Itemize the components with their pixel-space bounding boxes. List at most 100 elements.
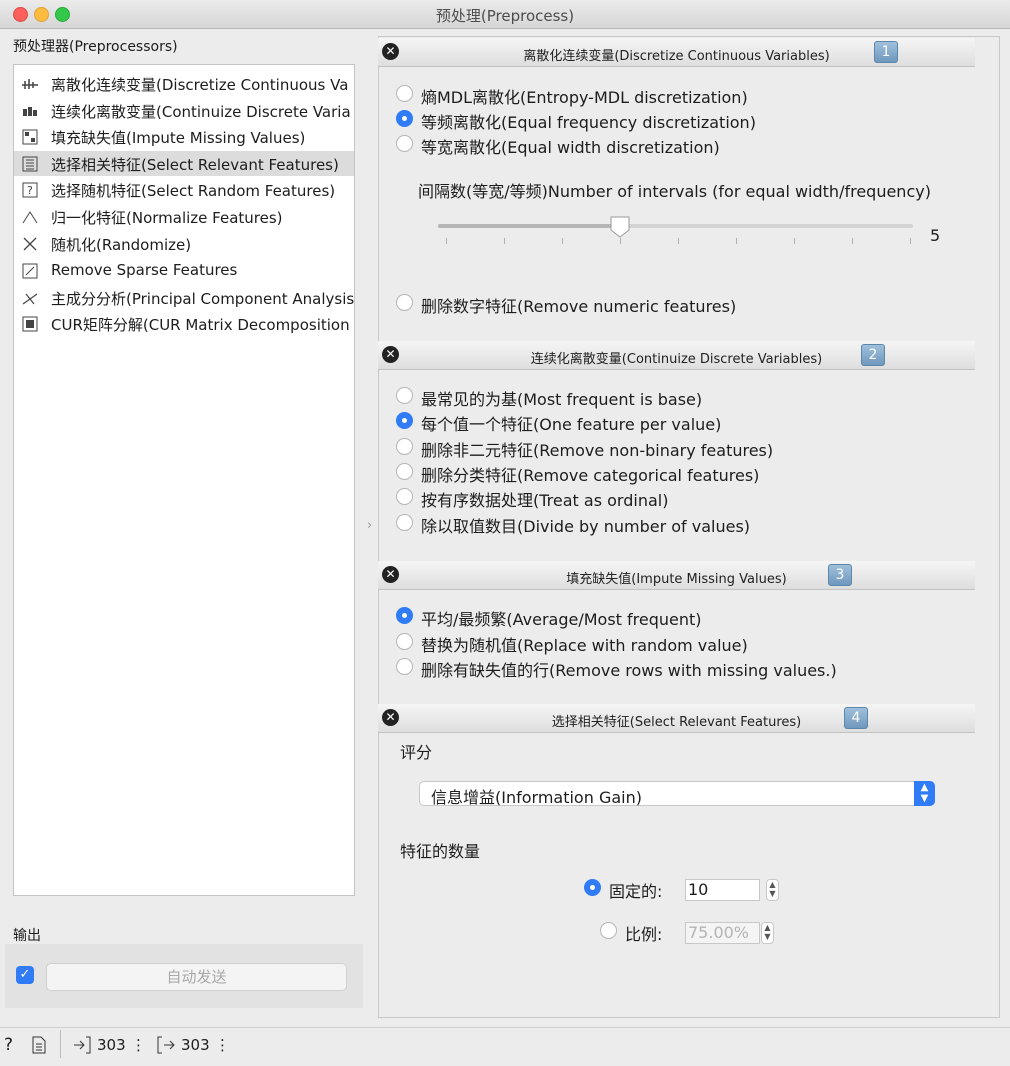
section-title: 选择相关特征(Select Relevant Features) <box>551 715 802 730</box>
number-of-features-label: 特征的数量 <box>400 842 481 861</box>
list-item-cur[interactable]: CUR矩阵分解(CUR Matrix Decomposition <box>14 311 354 336</box>
intervals-slider-fill <box>438 224 620 228</box>
section-title: 连续化离散变量(Continuize Discrete Variables) <box>530 352 823 367</box>
radio-label: 每个值一个特征(One feature per value) <box>421 415 722 434</box>
score-select-value: 信息增益(Information Gain) <box>431 788 642 807</box>
randomize-icon <box>23 237 37 251</box>
fixed-count-input[interactable]: 10 <box>685 879 760 901</box>
output-count: 303 <box>181 1036 210 1054</box>
radio-button[interactable] <box>396 607 413 624</box>
list-item-impute[interactable]: 填充缺失值(Impute Missing Values) <box>14 124 354 149</box>
radio-button[interactable] <box>396 658 413 675</box>
pca-icon <box>22 293 38 305</box>
preprocessor-list[interactable]: 离散化连续变量(Discretize Continuous Va 连续化离散变量… <box>13 64 355 896</box>
section-header-discretize[interactable]: ✕ 离散化连续变量(Discretize Continuous Variable… <box>378 38 975 67</box>
radio-button[interactable] <box>396 294 413 311</box>
list-item-continuize[interactable]: 连续化离散变量(Continuize Discrete Varia <box>14 98 354 123</box>
slider-tick <box>446 238 447 244</box>
list-item-label: 选择随机特征(Select Random Features) <box>51 182 336 200</box>
list-item-label: 连续化离散变量(Continuize Discrete Varia <box>51 103 351 121</box>
list-item-select-relevant[interactable]: 选择相关特征(Select Relevant Features) <box>14 151 354 176</box>
fixed-count-stepper[interactable]: ▲ ▼ <box>766 879 779 901</box>
radio-button[interactable] <box>396 387 413 404</box>
list-item-label: Remove Sparse Features <box>51 261 238 279</box>
slider-tick <box>910 238 911 244</box>
status-divider <box>60 1030 61 1058</box>
list-item-label: 归一化特征(Normalize Features) <box>51 209 283 227</box>
auto-send-button[interactable]: 自动发送 <box>46 963 347 991</box>
list-item-label: 选择相关特征(Select Relevant Features) <box>51 156 339 174</box>
list-item-normalize[interactable]: 归一化特征(Normalize Features) <box>14 204 354 229</box>
list-item-remove-sparse[interactable]: Remove Sparse Features <box>14 258 354 283</box>
radio-label: 除以取值数目(Divide by number of values) <box>421 517 751 536</box>
continuize-icon <box>23 107 37 116</box>
radio-label: 删除分类特征(Remove categorical features) <box>421 466 760 485</box>
list-item-random-features[interactable]: ? 选择随机特征(Select Random Features) <box>14 177 354 202</box>
window-title: 预处理(Preprocess) <box>435 7 575 25</box>
score-label: 评分 <box>400 743 433 762</box>
ratio-stepper[interactable]: ▲ ▼ <box>761 922 774 944</box>
radio-label: 熵MDL离散化(Entropy-MDL discretization) <box>421 88 748 107</box>
section-header-continuize[interactable]: ✕ 连续化离散变量(Continuize Discrete Variables)… <box>378 341 975 370</box>
svg-text:?: ? <box>27 184 33 197</box>
title-bar: 预处理(Preprocess) <box>0 0 1010 29</box>
radio-button[interactable] <box>396 412 413 429</box>
input-menu-icon[interactable]: ⋮ <box>131 1036 146 1054</box>
section-header-impute[interactable]: ✕ 填充缺失值(Impute Missing Values) 3 <box>378 561 975 590</box>
list-item-label: 离散化连续变量(Discretize Continuous Va <box>51 76 349 94</box>
normalize-icon <box>22 211 38 224</box>
radio-button[interactable] <box>396 633 413 650</box>
section-number-badge: 3 <box>828 564 852 586</box>
report-icon[interactable] <box>31 1036 47 1054</box>
intervals-slider-handle[interactable] <box>610 216 630 238</box>
intervals-value: 5 <box>930 226 941 245</box>
radio-label: 等宽离散化(Equal width discretization) <box>421 138 720 157</box>
radio-button[interactable] <box>600 922 617 939</box>
radio-label: 删除有缺失值的行(Remove rows with missing values… <box>421 661 837 680</box>
slider-tick <box>620 238 621 244</box>
radio-button[interactable] <box>396 110 413 127</box>
preprocessors-label: 预处理器(Preprocessors) <box>13 39 178 55</box>
list-item-randomize[interactable]: 随机化(Randomize) <box>14 231 354 256</box>
list-item-pca[interactable]: 主成分分析(Principal Component Analysis <box>14 285 354 310</box>
slider-tick <box>852 238 853 244</box>
auto-send-checkbox[interactable]: ✓ <box>16 966 34 984</box>
radio-button[interactable] <box>396 438 413 455</box>
list-item-label: 填充缺失值(Impute Missing Values) <box>51 129 306 147</box>
select-relevant-icon <box>22 156 38 172</box>
help-icon[interactable]: ? <box>4 1035 13 1055</box>
radio-label: 按有序数据处理(Treat as ordinal) <box>421 491 669 510</box>
radio-button[interactable] <box>584 879 601 896</box>
radio-label: 删除非二元特征(Remove non-binary features) <box>421 441 774 460</box>
impute-icon <box>22 129 38 145</box>
list-item-label: 随机化(Randomize) <box>51 236 192 254</box>
score-select[interactable]: 信息增益(Information Gain) ▲ ▼ <box>419 781 935 807</box>
radio-button[interactable] <box>396 135 413 152</box>
radio-label: 最常见的为基(Most frequent is base) <box>421 390 703 409</box>
list-item-discretize[interactable]: 离散化连续变量(Discretize Continuous Va <box>14 71 354 96</box>
radio-button[interactable] <box>396 85 413 102</box>
input-count: 303 <box>97 1036 126 1054</box>
section-header-select-relevant[interactable]: ✕ 选择相关特征(Select Relevant Features) 4 <box>378 704 975 733</box>
section-number-badge: 1 <box>874 41 898 63</box>
radio-label: 替换为随机值(Replace with random value) <box>421 636 748 655</box>
radio-label: 平均/最频繁(Average/Most frequent) <box>421 610 702 629</box>
ratio-input[interactable]: 75.00% <box>685 922 760 944</box>
radio-button[interactable] <box>396 463 413 480</box>
cur-icon <box>22 316 38 332</box>
output-menu-icon[interactable]: ⋮ <box>215 1036 230 1054</box>
radio-label: 固定的: <box>609 882 663 901</box>
radio-button[interactable] <box>396 488 413 505</box>
radio-label: 比例: <box>625 925 663 944</box>
sparse-icon <box>22 263 38 279</box>
splitter-handle[interactable]: › <box>367 518 372 533</box>
radio-button[interactable] <box>396 514 413 531</box>
status-bar <box>0 1027 1010 1066</box>
slider-tick <box>794 238 795 244</box>
slider-tick <box>678 238 679 244</box>
chevron-up-down-icon[interactable]: ▲ ▼ <box>914 781 935 806</box>
radio-label: 等频离散化(Equal frequency discretization) <box>421 113 756 132</box>
list-item-label: 主成分分析(Principal Component Analysis <box>51 290 355 308</box>
discretize-icon <box>22 79 38 89</box>
slider-tick <box>562 238 563 244</box>
